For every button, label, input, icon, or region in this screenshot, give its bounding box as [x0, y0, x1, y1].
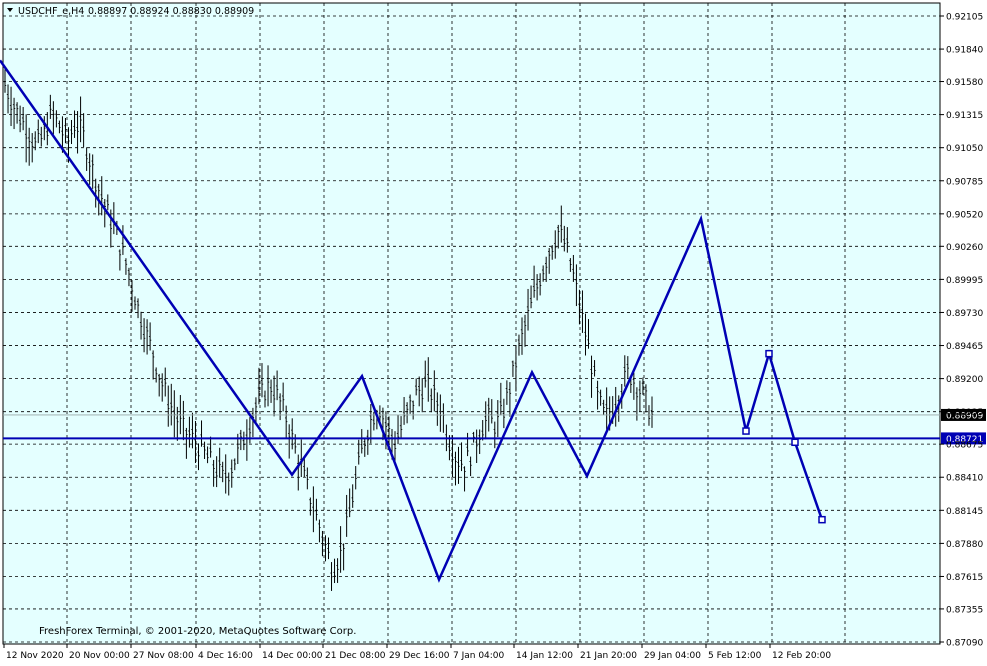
y-tick-label: 0.91050: [946, 144, 983, 154]
zigzag-anchor-point[interactable]: [818, 515, 826, 524]
y-tick-label: 0.87355: [946, 605, 983, 615]
y-tick-label: 0.91315: [946, 111, 983, 121]
x-tick-label: 29 Jan 04:00: [644, 651, 701, 661]
x-tick-label: 27 Nov 08:00: [133, 651, 194, 661]
y-tick-label: 0.92105: [946, 13, 983, 23]
zigzag-anchor-point[interactable]: [742, 427, 750, 435]
y-tick-label: 0.88410: [946, 474, 983, 484]
x-tick-label: 21 Dec 08:00: [325, 651, 386, 661]
x-tick-label: 29 Dec 16:00: [389, 651, 450, 661]
plot-area[interactable]: [2, 2, 941, 645]
y-tick-label: 0.87615: [946, 573, 983, 583]
y-tick-label: 0.88935: [946, 408, 983, 418]
x-tick-label: 12 Nov 2020: [6, 651, 64, 661]
y-tick-label: 0.89730: [946, 309, 983, 319]
y-tick-label: 0.88145: [946, 507, 983, 517]
x-tick-label: 14 Dec 00:00: [262, 651, 323, 661]
y-tick-label: 0.89200: [946, 375, 983, 385]
time-axis: 12 Nov 2020 20 Nov 00:00 27 Nov 08:00 4 Dec…: [3, 644, 831, 661]
x-tick-label: 21 Jan 20:00: [580, 651, 637, 661]
y-tick-label: 0.89995: [946, 276, 983, 286]
zigzag-anchor-point[interactable]: [765, 349, 773, 358]
copyright-text: FreshForex Terminal, © 2001-2020, MetaQu…: [39, 626, 356, 637]
y-tick-label: 0.90785: [946, 177, 983, 187]
y-tick-label: 0.88675: [946, 441, 983, 451]
zigzag-anchor-point[interactable]: [791, 438, 799, 447]
y-tick-label: 0.91580: [946, 78, 983, 88]
price-axis: 0.92105 0.91840 0.91580 0.91315 0.91050 0.907…: [940, 13, 983, 649]
x-tick-label: 5 Feb 12:00: [708, 651, 762, 661]
y-tick-label: 0.90260: [946, 243, 983, 253]
y-tick-label: 0.87090: [946, 639, 983, 649]
x-tick-label: 14 Jan 12:00: [516, 651, 573, 661]
y-tick-label: 0.90520: [946, 210, 983, 220]
x-tick-label: 12 Feb 20:00: [772, 651, 831, 661]
ohlc-header: 0.88897 0.88924 0.88830 0.88909: [88, 6, 254, 17]
y-tick-label: 0.89465: [946, 342, 983, 352]
y-tick-label: 0.87880: [946, 540, 983, 550]
y-tick-label: 0.91840: [946, 46, 983, 56]
price-chart[interactable]: 0.887210.88909 0.921050.918400.915800.91…: [0, 0, 987, 666]
x-tick-label: 4 Dec 16:00: [198, 651, 253, 661]
x-tick-label: 20 Nov 00:00: [69, 651, 130, 661]
x-tick-label: 7 Jan 04:00: [453, 651, 505, 661]
symbol-header: USDCHF_e,H4: [18, 6, 84, 17]
